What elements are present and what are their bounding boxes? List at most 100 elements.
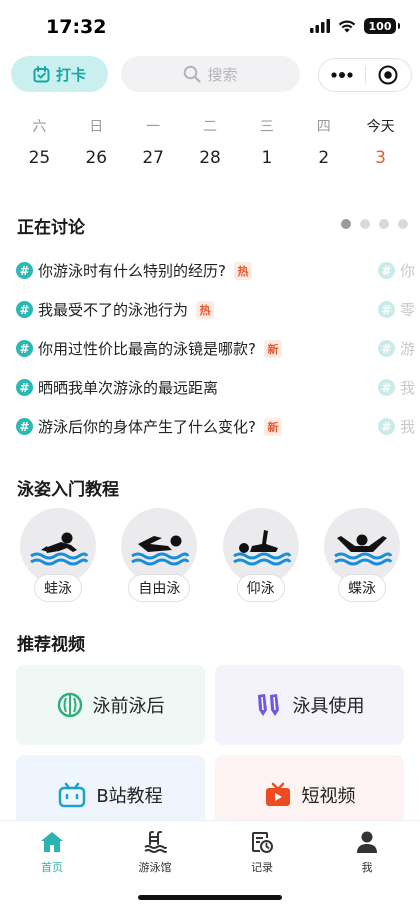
next-topic-peek: # 我: [378, 377, 415, 398]
stroke-image: [121, 508, 198, 584]
profile-icon: [357, 831, 377, 853]
battery-level: 100: [368, 19, 392, 33]
tab-label: 首页: [41, 861, 63, 874]
hashtag-icon: #: [378, 301, 395, 318]
weekday-label: 一: [146, 119, 161, 135]
videos-title: 推荐视频: [17, 635, 85, 655]
page-dot: [398, 219, 408, 229]
checkin-label: 打卡: [55, 65, 86, 84]
hot-badge: 热: [233, 261, 252, 280]
topic-item[interactable]: # 我最受不了的泳池行为 热 # 零: [16, 290, 420, 329]
topic-text: 你用过性价比最高的泳镜是哪款?: [38, 340, 256, 358]
stroke-card-butterfly[interactable]: 蝶泳: [323, 508, 400, 602]
tab-label: 我: [361, 861, 373, 874]
week-calendar: 六 日 一 二 三 四 今天 25 26 27 28 1 2 3: [11, 113, 409, 173]
hashtag-icon: #: [16, 262, 33, 279]
next-topic-text: 游: [400, 340, 416, 358]
hashtag-icon: #: [378, 418, 395, 435]
header: 打卡 搜索: [0, 56, 420, 94]
stroke-card-backstroke[interactable]: 仰泳: [222, 508, 299, 602]
search-placeholder: 搜索: [207, 65, 238, 84]
status-time: 17:32: [46, 16, 107, 38]
next-topic-peek: # 零: [378, 299, 415, 320]
next-topic-text: 你: [400, 262, 416, 280]
page-dot: [360, 219, 370, 229]
search-input[interactable]: 搜索: [121, 56, 300, 92]
calendar-check-icon: [33, 65, 50, 82]
topic-text: 我最受不了的泳池行为: [38, 301, 189, 319]
topic-item[interactable]: # 晒晒我单次游泳的最远距离 # 我: [16, 368, 420, 407]
stroke-card-freestyle[interactable]: 自由泳: [121, 508, 198, 602]
date-cell[interactable]: 28: [182, 143, 239, 173]
topic-item[interactable]: # 你用过性价比最高的泳镜是哪款? 新 # 游: [16, 329, 420, 368]
topic-text: 你游泳时有什么特别的经历?: [38, 262, 226, 280]
topic-text: 游泳后你的身体产生了什么变化?: [38, 418, 256, 436]
status-icons: 100: [310, 18, 400, 34]
butterfly-icon: [334, 534, 393, 566]
hashtag-icon: #: [16, 301, 33, 318]
weekday-label-today: 今天: [366, 119, 395, 135]
video-card-gear[interactable]: 泳具使用: [215, 665, 404, 745]
stroke-image: [20, 508, 96, 584]
next-topic-peek: # 你: [378, 260, 415, 281]
stroke-list: 蛙泳 自由泳 仰泳 蝶泳: [20, 508, 400, 602]
stroke-image: [323, 508, 400, 584]
next-topic-peek: # 我: [378, 416, 415, 437]
bilibili-icon: [59, 782, 86, 808]
date-cell[interactable]: 25: [11, 143, 68, 173]
breaststroke-icon: [30, 532, 89, 566]
date-row: 25 26 27 28 1 2 3: [11, 143, 409, 173]
stroke-label: 蝶泳: [337, 574, 386, 602]
stroke-label: 自由泳: [128, 574, 191, 602]
tv-icon: [265, 782, 290, 806]
signal-icon: [310, 19, 330, 33]
stroke-image: [222, 508, 299, 584]
tab-records[interactable]: 记录: [232, 829, 292, 875]
freestyle-icon: [131, 535, 190, 566]
video-card-label: 短视频: [301, 786, 356, 807]
tab-profile[interactable]: 我: [337, 829, 397, 875]
date-cell[interactable]: 27: [125, 143, 182, 173]
date-cell[interactable]: 2: [295, 143, 352, 173]
more-button[interactable]: [319, 59, 365, 91]
backstroke-icon: [232, 530, 291, 566]
hashtag-icon: #: [16, 379, 33, 396]
page-dot-active: [341, 219, 351, 229]
pool-icon: [144, 831, 167, 853]
fins-icon: [257, 694, 279, 716]
miniprogram-capsule: [318, 58, 412, 92]
hashtag-icon: #: [16, 340, 33, 357]
status-bar: 17:32 100: [0, 0, 420, 52]
next-topic-text: 我: [400, 418, 416, 436]
hot-badge: 热: [196, 300, 215, 319]
date-cell-today[interactable]: 3: [352, 143, 409, 173]
hashtag-icon: #: [16, 418, 33, 435]
topic-item[interactable]: # 游泳后你的身体产生了什么变化? 新 # 我: [16, 407, 420, 446]
video-card-label: 泳前泳后: [92, 696, 165, 717]
carousel-indicator: [341, 219, 408, 229]
close-miniprogram-button[interactable]: [366, 59, 412, 91]
tab-pool[interactable]: 游泳馆: [125, 829, 185, 875]
checkin-button[interactable]: 打卡: [11, 56, 108, 92]
date-cell[interactable]: 1: [238, 143, 295, 173]
date-cell[interactable]: 26: [68, 143, 125, 173]
target-icon: [378, 65, 398, 85]
discussion-title: 正在讨论: [17, 218, 85, 238]
hashtag-icon: #: [378, 340, 395, 357]
tab-label: 记录: [251, 861, 273, 874]
strokes-title: 泳姿入门教程: [17, 480, 119, 500]
battery-icon: 100: [364, 18, 400, 34]
weekday-label: 日: [89, 119, 104, 135]
weekday-row: 六 日 一 二 三 四 今天: [11, 113, 409, 143]
stroke-label: 蛙泳: [34, 574, 82, 602]
page-dot: [379, 219, 389, 229]
tab-label: 游泳馆: [138, 861, 172, 874]
video-card-label: B站教程: [96, 786, 163, 807]
topic-item[interactable]: # 你游泳时有什么特别的经历? 热 # 你: [16, 251, 420, 290]
next-topic-text: 我: [400, 379, 416, 397]
home-icon: [41, 832, 63, 852]
tab-home[interactable]: 首页: [22, 829, 82, 875]
video-card-before-after[interactable]: 泳前泳后: [16, 665, 205, 745]
stroke-card-breaststroke[interactable]: 蛙泳: [20, 508, 96, 602]
home-indicator: [138, 895, 282, 900]
